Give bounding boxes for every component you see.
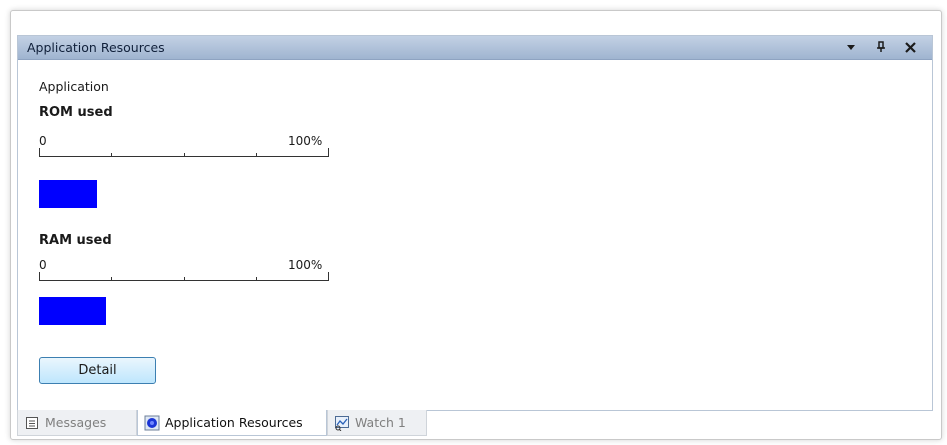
- ram-used-title: RAM used: [39, 233, 112, 248]
- rom-scale-max: 100%: [288, 134, 323, 148]
- messages-icon: [24, 415, 40, 431]
- detail-button[interactable]: Detail: [39, 357, 156, 384]
- tab-messages[interactable]: Messages: [17, 410, 137, 436]
- tab-messages-label: Messages: [45, 415, 107, 430]
- bottom-tab-strip: Messages Application Resources Watch 1: [17, 410, 933, 437]
- chip-icon: [144, 415, 160, 431]
- pin-icon[interactable]: [870, 37, 892, 57]
- panel-title: Application Resources: [27, 40, 165, 55]
- tab-application-resources[interactable]: Application Resources: [137, 410, 327, 436]
- panel-title-bar[interactable]: Application Resources: [18, 36, 932, 60]
- chevron-down-icon[interactable]: [840, 37, 862, 57]
- ram-usage-bar: [39, 297, 106, 325]
- application-label: Application: [39, 79, 109, 94]
- ram-scale-ruler: [39, 272, 329, 281]
- tab-application-resources-label: Application Resources: [165, 415, 303, 430]
- close-icon[interactable]: [899, 37, 921, 57]
- tab-watch-1[interactable]: Watch 1: [327, 410, 427, 436]
- rom-scale-min: 0: [39, 134, 47, 148]
- ram-scale-min: 0: [39, 258, 47, 272]
- application-resources-panel: Application Resources Application ROM us…: [17, 35, 933, 411]
- rom-used-title: ROM used: [39, 105, 113, 120]
- rom-scale-ruler: [39, 148, 329, 157]
- tab-watch-1-label: Watch 1: [355, 415, 406, 430]
- rom-usage-bar: [39, 180, 97, 208]
- watch-icon: [334, 415, 350, 431]
- panel-content: Application ROM used 0 100% RAM used 0 1…: [18, 60, 932, 410]
- ram-scale-max: 100%: [288, 258, 323, 272]
